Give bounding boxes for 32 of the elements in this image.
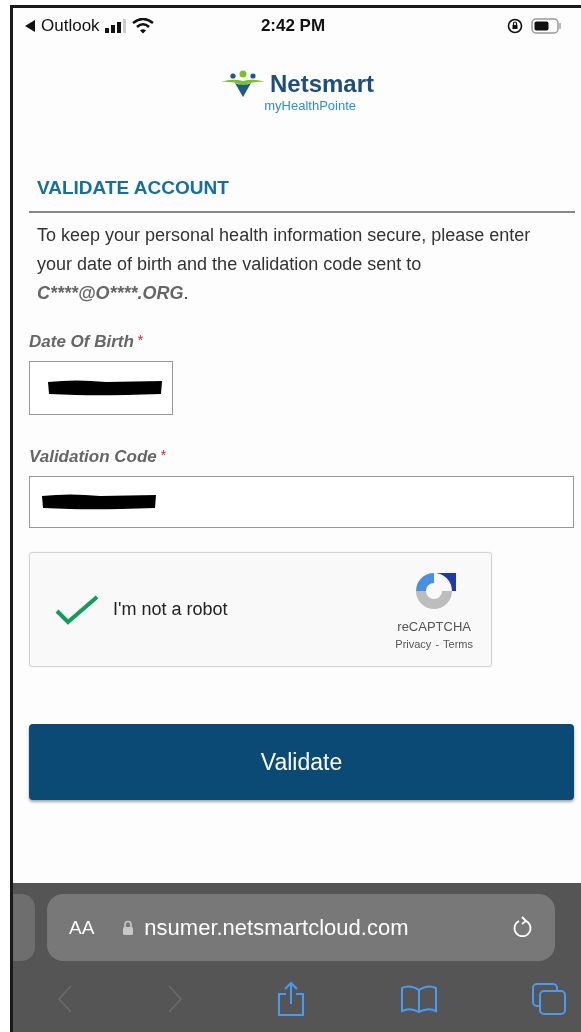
validate-button[interactable]: Validate (29, 724, 574, 800)
share-icon[interactable] (276, 981, 306, 1017)
date-of-birth-field[interactable] (29, 361, 173, 415)
check-icon[interactable] (55, 593, 99, 626)
address-bar[interactable]: AA nsumer.netsmartcloud.com (47, 894, 555, 961)
back-app-label[interactable]: Outlook (41, 16, 100, 36)
privacy-link[interactable]: Privacy (395, 638, 432, 650)
terms-link[interactable]: Terms (443, 638, 473, 650)
url-text: nsumer.netsmartcloud.com (144, 914, 410, 941)
text-size-button[interactable]: AA (69, 916, 95, 939)
recaptcha-brand: reCAPTCHA (397, 619, 471, 634)
captcha-label: I'm not a robot (113, 599, 228, 620)
required-mark: * (137, 332, 144, 348)
signal-icon (104, 19, 127, 33)
field-label: Validation Code (29, 447, 157, 467)
book-icon[interactable] (399, 984, 438, 1014)
required-mark: * (160, 447, 167, 463)
wifi-icon (131, 18, 154, 34)
back-icon[interactable] (25, 20, 36, 32)
rotation-lock-icon (507, 18, 523, 34)
validation-code-field[interactable] (29, 476, 574, 528)
tabs-icon[interactable] (531, 982, 567, 1016)
field-label: Date Of Birth (29, 332, 134, 352)
lock-icon (122, 919, 135, 936)
battery-icon (531, 18, 561, 34)
status-time: 2:42 PM (260, 16, 326, 36)
page-title: VALIDATE ACCOUNT (37, 177, 230, 199)
previous-tab-pill[interactable] (13, 894, 35, 961)
logo-wordmark: Netsmart (269, 70, 374, 98)
intro-text: To keep your personal health information secure, please enter your date of birth and the validation code sent to C****@O****.ORG. (37, 224, 532, 305)
logo-subtitle: myHealthPointe (264, 98, 356, 113)
link-separator: - (435, 638, 440, 650)
